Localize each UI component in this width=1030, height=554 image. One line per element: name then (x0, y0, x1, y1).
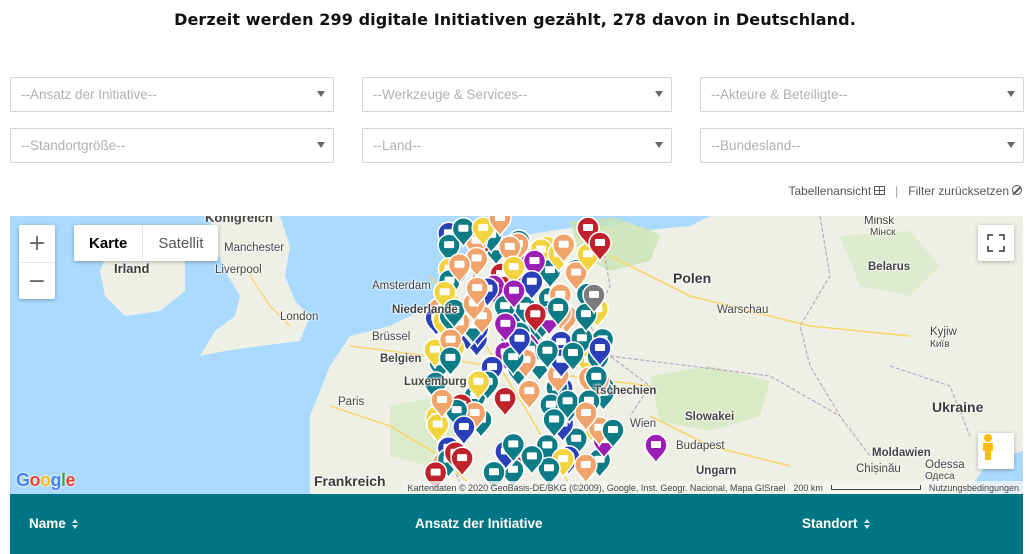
map-label-chisinau: Chișinău (856, 463, 901, 475)
map-type-satellit-button[interactable]: Satellit (142, 225, 218, 261)
map-attribution: Kartendaten © 2020 GeoBasis-DE/BKG (©200… (403, 481, 1023, 494)
results-table-header: Name Ansatz der Initiative Standort (10, 494, 1023, 554)
column-header-ansatz: Ansatz der Initiative (415, 516, 543, 531)
map-label-warschau: Warschau (717, 304, 769, 316)
fullscreen-icon (987, 234, 1005, 252)
map-label-frankreich: Frankreich (314, 473, 386, 489)
chevron-down-icon (317, 142, 325, 148)
column-header-name-label: Name (29, 516, 66, 531)
scale-bar (830, 485, 921, 490)
filter-standortgroesse-placeholder: --Standortgröße-- (21, 138, 126, 153)
map-label-budapest: Budapest (676, 440, 725, 452)
fullscreen-button[interactable] (978, 225, 1014, 261)
column-header-ansatz-label: Ansatz der Initiative (415, 516, 543, 531)
map-label-amsterdam: Amsterdam (372, 280, 431, 292)
map-label-odessa: Odessa (925, 459, 965, 471)
map-label-kyiv: Kyjiw (930, 326, 957, 338)
filter-land-placeholder: --Land-- (373, 138, 422, 153)
google-logo: Google (16, 470, 76, 490)
map-label-minsk-cyr: Мінск (870, 227, 896, 238)
pegman-icon (983, 434, 993, 460)
zoom-control: + − (19, 225, 55, 299)
chevron-down-icon (1007, 91, 1015, 97)
map-label-liverpool: Liverpool (215, 264, 262, 276)
chevron-down-icon (317, 91, 325, 97)
sort-icon (863, 518, 873, 529)
filter-standortgroesse-select[interactable]: --Standortgröße-- (10, 128, 334, 163)
map-label-ukraine: Ukraine (932, 399, 984, 415)
page-headline: Derzeit werden 299 digitale Initiativen … (174, 10, 856, 29)
column-header-standort-label: Standort (802, 516, 858, 531)
map-label-koenigreich: Königreich (205, 216, 273, 225)
map-label-slowakei: Slowakei (685, 411, 735, 423)
map-label-wien: Wien (630, 418, 657, 430)
map-label-minsk: Minsk (864, 216, 895, 227)
terms-link[interactable]: Nutzungsbedingungen (929, 483, 1019, 493)
filter-akteure-placeholder: --Akteure & Beteiligte-- (711, 87, 848, 102)
filter-werkzeuge-placeholder: --Werkzeuge & Services-- (373, 87, 528, 102)
map-type-control: Karte Satellit (74, 225, 219, 261)
chevron-down-icon (655, 91, 663, 97)
map-label-tschechien: Tschechien (594, 385, 657, 397)
column-header-standort[interactable]: Standort (802, 516, 873, 531)
divider: | (895, 184, 899, 198)
map-marker[interactable] (574, 453, 598, 485)
scale-label[interactable]: 200 km (793, 483, 823, 493)
map-label-irland: Irland (114, 261, 150, 276)
map-marker[interactable] (517, 379, 542, 411)
street-view-button[interactable] (978, 433, 1014, 469)
map-label-bruessel: Brüssel (372, 331, 411, 343)
map-canvas[interactable]: Königreich Manchester Irland Liverpool L… (10, 216, 1023, 494)
filter-land-select[interactable]: --Land-- (362, 128, 672, 163)
map-marker[interactable] (450, 446, 474, 478)
map-label-moldawien: Moldawien (872, 447, 931, 459)
zoom-out-button[interactable]: − (19, 262, 55, 299)
filter-bundesland-select[interactable]: --Bundesland-- (700, 128, 1024, 163)
map-label-ungarn: Ungarn (696, 465, 737, 477)
filter-ansatz-select[interactable]: --Ansatz der Initiative-- (10, 77, 334, 112)
map-marker[interactable] (644, 433, 668, 465)
map-label-luxemburg: Luxemburg (404, 376, 467, 388)
map-label-kyiv-cyr: Київ (930, 339, 950, 350)
map-type-karte-button[interactable]: Karte (74, 225, 142, 261)
reset-filter-link[interactable]: Filter zurücksetzen (908, 184, 1022, 198)
filter-bundesland-placeholder: --Bundesland-- (711, 138, 801, 153)
reset-filter-label: Filter zurücksetzen (908, 184, 1009, 198)
reset-icon (1012, 185, 1022, 195)
map-label-paris: Paris (338, 396, 365, 408)
map-label-polen: Polen (673, 270, 712, 286)
map-label-london: London (280, 311, 319, 323)
view-tools: Tabellenansicht | Filter zurücksetzen (788, 184, 1022, 198)
map-label-niederlande: Niederlande (392, 304, 458, 316)
table-icon (874, 186, 886, 195)
chevron-down-icon (655, 142, 663, 148)
column-header-name[interactable]: Name (29, 516, 81, 531)
map-label-belarus: Belarus (868, 261, 911, 273)
page: Derzeit werden 299 digitale Initiativen … (0, 0, 1030, 554)
map-label-belgien: Belgien (380, 353, 422, 365)
attribution-text: Kartendaten © 2020 GeoBasis-DE/BKG (©200… (407, 482, 786, 493)
zoom-in-button[interactable]: + (19, 225, 55, 262)
chevron-down-icon (1007, 142, 1015, 148)
filter-ansatz-placeholder: --Ansatz der Initiative-- (21, 87, 157, 102)
filter-akteure-select[interactable]: --Akteure & Beteiligte-- (700, 77, 1024, 112)
sort-icon (71, 518, 81, 529)
table-view-label: Tabellenansicht (788, 184, 872, 198)
filter-werkzeuge-select[interactable]: --Werkzeuge & Services-- (362, 77, 672, 112)
map-label-manchester: Manchester (224, 242, 285, 254)
map-marker[interactable] (493, 386, 517, 418)
table-view-link[interactable]: Tabellenansicht (788, 184, 886, 198)
